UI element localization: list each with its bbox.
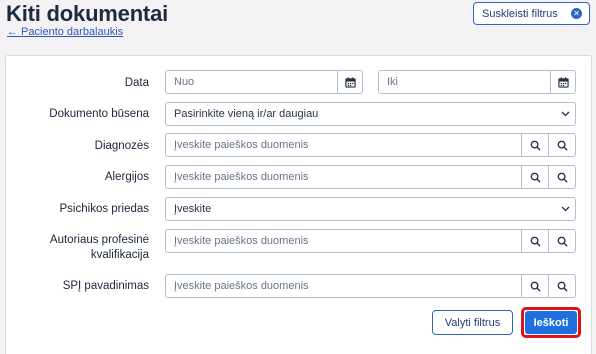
page-title: Kiti dokumentai (6, 1, 169, 26)
calendar-icon[interactable] (337, 71, 362, 93)
search-icon[interactable] (548, 230, 575, 252)
author-label: Autoriaus profesinė kvalifikacija (9, 233, 149, 263)
collapse-filters-label: Suskleisti filtrus (482, 7, 558, 20)
status-label: Dokumento būsena (49, 108, 149, 120)
collapse-filters-button[interactable]: Suskleisti filtrus ✕ (473, 2, 590, 25)
psych-select[interactable]: Įveskite (165, 197, 576, 221)
spi-label: SPĮ pavadinimas (62, 280, 149, 292)
status-select[interactable]: Pasirinkite vieną ir/ar daugiau (165, 102, 576, 126)
spi-field[interactable]: Įveskite paieškos duomenis (165, 274, 576, 298)
psych-select-value: Įveskite (174, 203, 212, 215)
search-icon[interactable] (548, 166, 575, 188)
spi-input[interactable]: Įveskite paieškos duomenis (166, 280, 521, 292)
status-select-value: Pasirinkite vieną ir/ar daugiau (174, 108, 319, 120)
date-label: Data (124, 77, 149, 89)
chevron-down-icon (555, 198, 575, 220)
author-input[interactable]: Įveskite paieškos duomenis (166, 235, 521, 247)
allergies-field[interactable]: Įveskite paieškos duomenis (165, 165, 576, 189)
author-field[interactable]: Įveskite paieškos duomenis (165, 229, 576, 253)
close-icon: ✕ (571, 8, 582, 19)
date-to-input[interactable]: Iki (379, 76, 550, 88)
search-icon[interactable] (521, 166, 548, 188)
diagnoses-label: Diagnozės (94, 140, 149, 152)
date-from-field[interactable]: Nuo (165, 70, 363, 94)
search-button[interactable]: Ieškoti (525, 311, 577, 334)
diagnoses-field[interactable]: Įveskite paieškos duomenis (165, 133, 576, 157)
calendar-icon[interactable] (550, 71, 575, 93)
back-link[interactable]: ← Paciento darbalaukis (7, 26, 123, 38)
search-icon[interactable] (521, 230, 548, 252)
search-icon[interactable] (548, 134, 575, 156)
chevron-down-icon (555, 103, 575, 125)
author-label-line2: kvalifikacija (90, 249, 149, 261)
search-icon[interactable] (521, 275, 548, 297)
clear-filters-button[interactable]: Valyti filtrus (432, 310, 513, 335)
diagnoses-input[interactable]: Įveskite paieškos duomenis (166, 139, 521, 151)
allergies-input[interactable]: Įveskite paieškos duomenis (166, 171, 521, 183)
date-from-input[interactable]: Nuo (166, 76, 337, 88)
search-icon[interactable] (521, 134, 548, 156)
psych-label: Psichikos priedas (59, 203, 149, 215)
allergies-label: Alergijos (104, 171, 149, 183)
search-icon[interactable] (548, 275, 575, 297)
date-to-field[interactable]: Iki (378, 70, 576, 94)
author-label-line1: Autoriaus profesinė (49, 234, 149, 246)
